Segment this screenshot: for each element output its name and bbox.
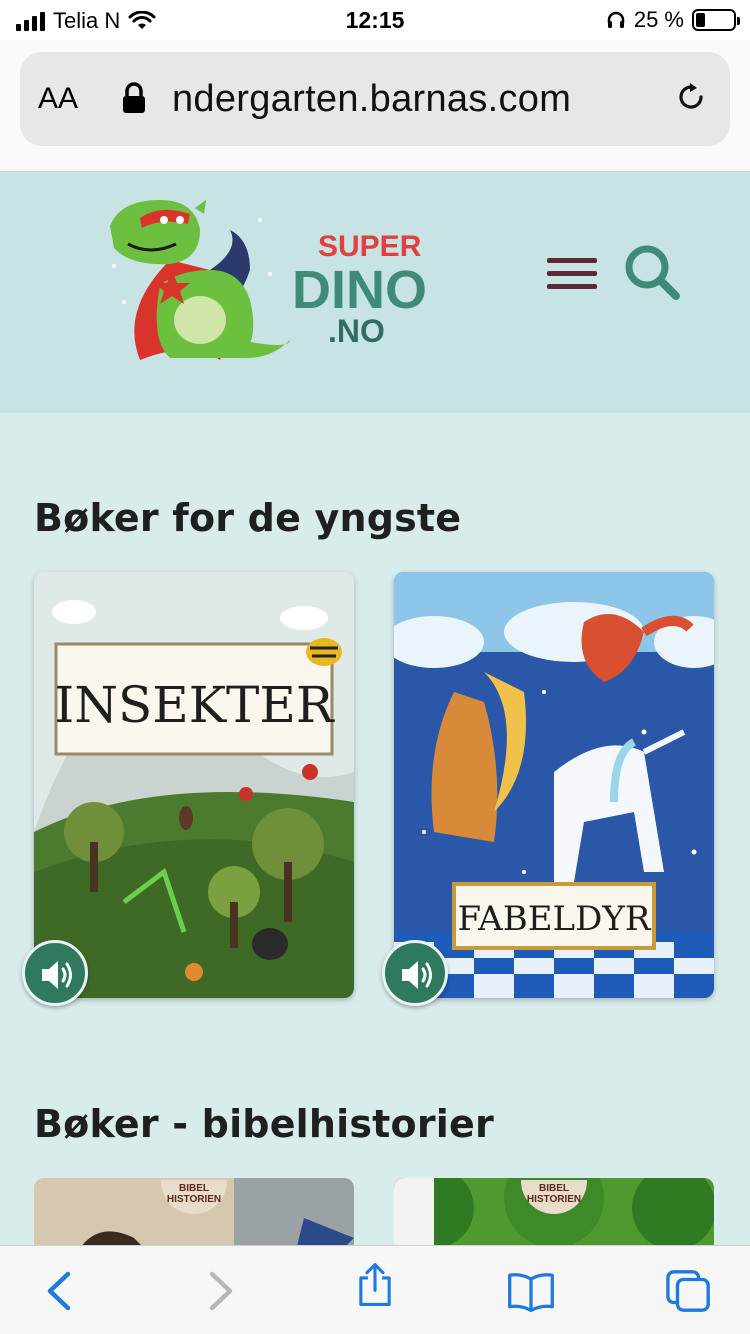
text-size-label: AA	[38, 82, 79, 115]
audio-play-button-fabeldyr[interactable]	[382, 940, 448, 1006]
bible-badge-text-1: BIBEL HISTORIEN	[166, 1183, 222, 1205]
forward-icon[interactable]	[194, 1268, 244, 1314]
speaker-icon	[42, 961, 72, 989]
status-bar: Telia N 12:15 25 %	[0, 0, 750, 40]
battery-icon	[692, 9, 740, 31]
battery-percent: 25 %	[633, 7, 684, 32]
speaker-icon	[402, 961, 432, 989]
battery-fill	[696, 13, 705, 27]
audio-play-button-insekter[interactable]	[22, 940, 88, 1006]
site-logo[interactable]: SUPER DINO .NO	[100, 190, 460, 370]
search-icon[interactable]	[620, 240, 686, 306]
reload-icon[interactable]	[674, 80, 708, 114]
headphones-icon	[607, 11, 625, 28]
insekter-cover-image: INSEKTER	[34, 572, 354, 998]
share-icon[interactable]	[350, 1262, 400, 1308]
status-right: 25 %	[606, 7, 740, 33]
fabeldyr-cover-image: FABELDYR	[394, 572, 714, 998]
bible-badge-text-2: BIBEL HISTORIEN	[526, 1183, 582, 1205]
browser-top-bar: AA ndergarten.barnas.com	[0, 40, 750, 172]
book-card-fabeldyr[interactable]: FABELDYR	[394, 572, 714, 998]
fabeldyr-cover-title: FABELDYR	[458, 899, 652, 939]
book-card-insekter[interactable]: INSEKTER	[34, 572, 354, 998]
logo-text-dino: DINO	[292, 260, 427, 320]
back-icon[interactable]	[36, 1268, 86, 1314]
address-bar[interactable]: AA ndergarten.barnas.com	[20, 52, 730, 146]
bookmarks-icon[interactable]	[506, 1268, 556, 1314]
logo-text-no: .NO	[328, 313, 385, 349]
text-size-button[interactable]: AA	[38, 82, 78, 116]
section-title-bible-stories: Bøker - bibelhistorier	[34, 1102, 494, 1146]
browser-bottom-toolbar	[0, 1245, 750, 1334]
menu-button[interactable]	[547, 258, 597, 294]
dino-logo-icon: SUPER DINO .NO	[110, 200, 427, 360]
logo-text-super: SUPER	[318, 230, 422, 263]
section-title-youngest: Bøker for de yngste	[34, 496, 462, 540]
menu-icon	[547, 258, 597, 289]
insekter-cover-title: INSEKTER	[54, 676, 334, 734]
lock-icon	[123, 82, 145, 113]
url-text[interactable]: ndergarten.barnas.com	[172, 78, 652, 121]
header-scallop-border	[0, 366, 750, 412]
tabs-icon[interactable]	[664, 1268, 714, 1314]
